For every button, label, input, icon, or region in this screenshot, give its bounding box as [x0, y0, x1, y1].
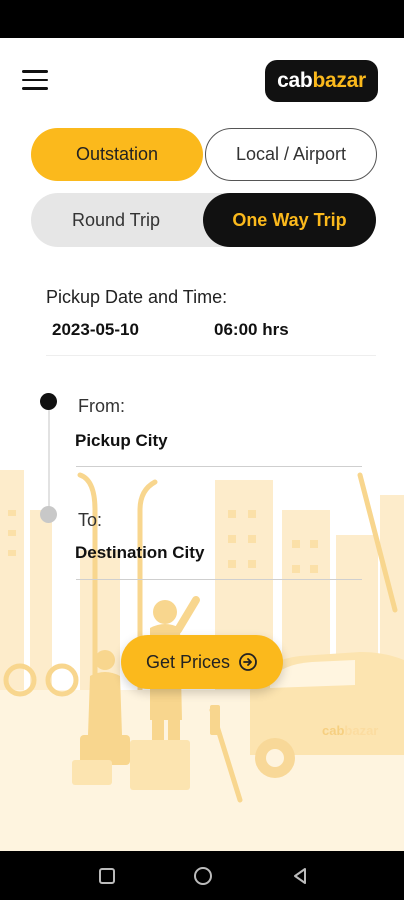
to-input-underline	[76, 579, 362, 580]
arrow-right-circle-icon	[239, 653, 257, 671]
system-navigation-bar	[0, 851, 404, 900]
one-way-trip-option[interactable]: One Way Trip	[203, 193, 376, 247]
tab-local-airport[interactable]: Local / Airport	[205, 128, 377, 181]
from-input-underline	[76, 466, 362, 467]
round-trip-option[interactable]: Round Trip	[31, 193, 201, 247]
hamburger-menu-icon[interactable]	[22, 66, 56, 94]
pickup-date-value[interactable]: 2023-05-10	[52, 320, 139, 340]
square-icon[interactable]	[83, 851, 131, 900]
circle-icon[interactable]	[179, 851, 227, 900]
get-prices-label: Get Prices	[145, 651, 231, 672]
divider	[46, 355, 376, 356]
to-city-input[interactable]: Destination City	[75, 543, 204, 563]
app-logo: cab bazar	[265, 60, 378, 102]
route-connector-line	[48, 410, 50, 510]
pickup-time-value[interactable]: 06:00 hrs	[214, 320, 289, 340]
from-city-input[interactable]: Pickup City	[75, 431, 168, 451]
status-bar	[0, 0, 404, 38]
tab-outstation[interactable]: Outstation	[31, 128, 203, 181]
logo-text-cab: cab	[277, 69, 313, 92]
logo-text-bazar: bazar	[312, 69, 366, 92]
pickup-datetime-label: Pickup Date and Time:	[46, 287, 228, 307]
triangle-back-icon[interactable]	[276, 851, 324, 900]
from-label: From:	[78, 396, 125, 416]
to-label: To:	[78, 510, 103, 530]
city-taxi-illustration: cabbazar	[0, 360, 404, 851]
origin-dot-icon	[40, 393, 57, 410]
get-prices-button[interactable]: Get Prices	[121, 635, 283, 689]
destination-dot-icon	[40, 506, 57, 523]
